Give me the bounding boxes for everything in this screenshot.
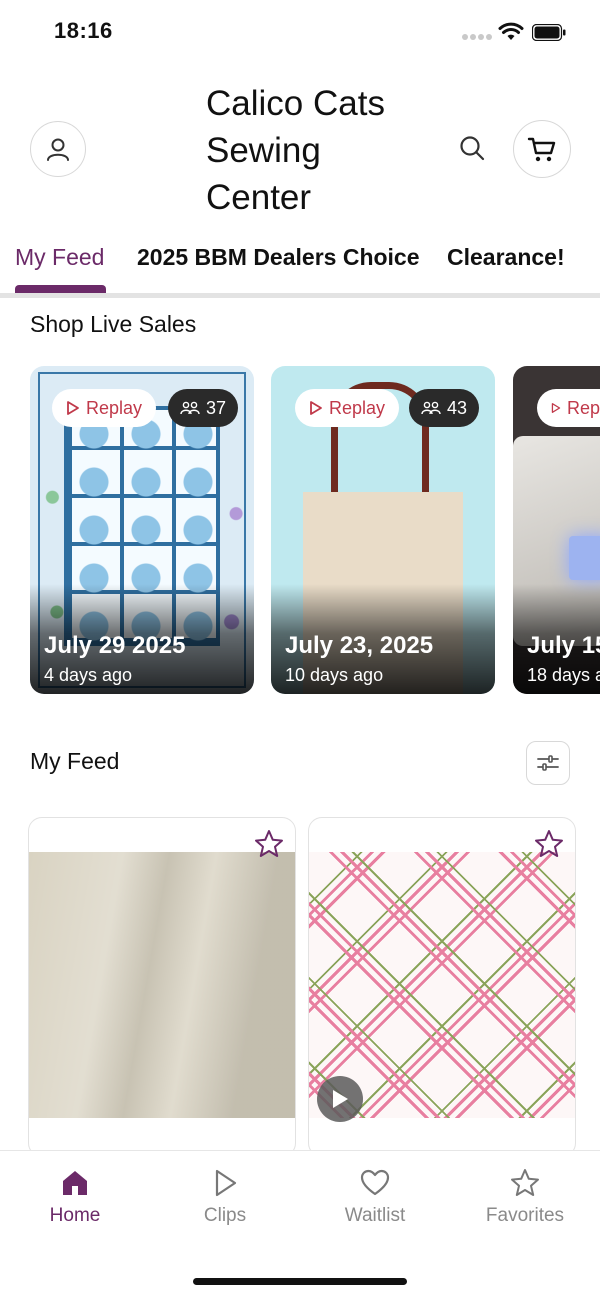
home-icon (63, 1171, 87, 1195)
replay-label: Replay (329, 397, 386, 418)
star-icon (535, 830, 563, 857)
video-play-button[interactable] (317, 1076, 363, 1122)
replay-button[interactable]: Rep (537, 389, 600, 427)
store-title: Calico Cats Sewing Center (206, 80, 426, 221)
sliders-icon (537, 755, 559, 771)
play-outline-icon (67, 401, 79, 415)
cart-button[interactable] (513, 120, 571, 178)
signal-dots-icon (462, 34, 492, 42)
nav-label: Clips (203, 1205, 247, 1226)
sale-date: July 15 (527, 632, 600, 659)
favorite-button[interactable] (531, 826, 567, 862)
home-indicator (193, 1278, 407, 1285)
tab-clearance[interactable]: Clearance! (447, 244, 565, 271)
nav-label: Home (49, 1205, 101, 1226)
replay-button[interactable]: Replay (295, 389, 400, 427)
sale-ago: 4 days ago (44, 665, 133, 685)
account-button[interactable] (30, 121, 86, 177)
viewer-count-badge: 43 (409, 389, 480, 427)
tab-my-feed[interactable]: My Feed (15, 244, 104, 271)
nav-home[interactable]: Home (15, 1167, 135, 1227)
status-time: 18:16 (54, 18, 113, 43)
viewer-count: 43 (447, 397, 468, 418)
heart-icon (360, 1169, 390, 1196)
replay-label: Rep (566, 397, 600, 418)
search-icon (460, 136, 485, 161)
store-title-line: Calico Cats (206, 84, 385, 123)
replay-label: Replay (86, 397, 143, 418)
play-outline-icon (551, 403, 561, 413)
nav-label: Favorites (485, 1205, 565, 1226)
tabs-divider (0, 293, 600, 298)
viewer-count-badge: 37 (168, 389, 239, 427)
wifi-icon (498, 22, 524, 40)
tab-bbm-dealers-choice[interactable]: 2025 BBM Dealers Choice (137, 244, 420, 271)
active-tab-indicator (15, 285, 106, 293)
viewers-icon (421, 401, 441, 415)
filter-button[interactable] (526, 741, 570, 785)
live-sales-title: Shop Live Sales (30, 311, 197, 337)
live-sale-card[interactable]: Replay 43 July 23, 2025 10 days ago (271, 366, 495, 694)
sale-date: July 29 2025 (44, 632, 186, 659)
star-icon (511, 1169, 539, 1196)
nav-favorites[interactable]: Favorites (465, 1167, 585, 1227)
battery-icon (532, 24, 566, 41)
cream-fabric-image (29, 852, 295, 1118)
play-outline-icon (310, 401, 322, 415)
favorite-button[interactable] (251, 826, 287, 862)
store-title-line: Sewing (206, 131, 321, 170)
sale-ago: 18 days a (527, 665, 600, 685)
nav-clips[interactable]: Clips (165, 1167, 285, 1227)
replay-button[interactable]: Replay (52, 389, 157, 427)
sale-date: July 23, 2025 (285, 632, 434, 659)
viewers-icon (180, 401, 200, 415)
live-sale-card[interactable]: Replay 37 July 29 2025 4 days ago (30, 366, 254, 694)
nav-label: Waitlist (344, 1205, 406, 1226)
person-icon (47, 138, 69, 161)
feed-title: My Feed (30, 748, 120, 774)
cart-icon (527, 137, 556, 162)
play-icon (215, 1169, 237, 1197)
viewer-count: 37 (206, 397, 227, 418)
play-icon (333, 1090, 348, 1108)
live-sale-card[interactable]: Rep July 15 18 days a (513, 366, 600, 694)
feed-product-card[interactable] (28, 817, 296, 1157)
sale-ago: 10 days ago (285, 665, 384, 685)
nav-waitlist[interactable]: Waitlist (315, 1167, 435, 1227)
feed-product-card[interactable] (308, 817, 576, 1157)
star-icon (255, 830, 283, 857)
store-title-line: Center (206, 178, 312, 217)
search-button[interactable] (454, 130, 490, 166)
